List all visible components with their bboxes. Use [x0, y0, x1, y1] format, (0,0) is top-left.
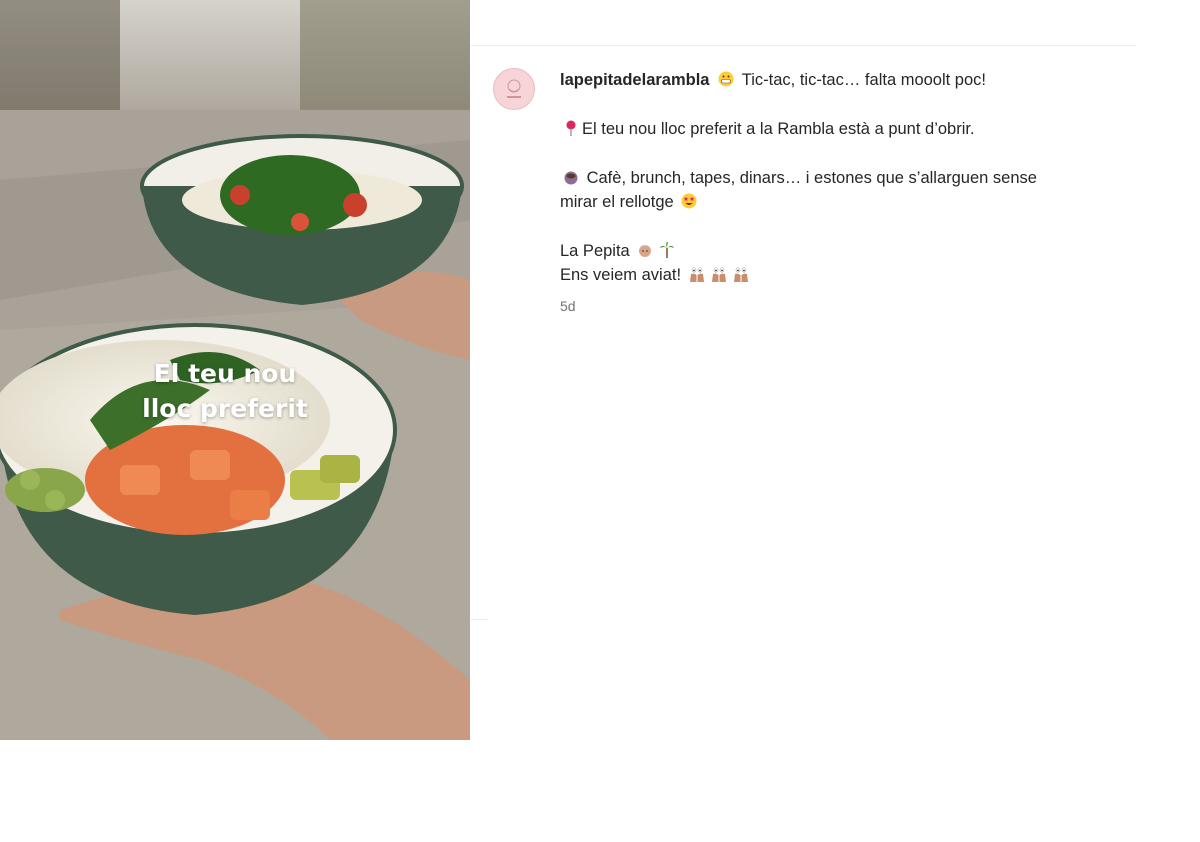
grimacing-face-icon [718, 71, 734, 87]
eyes-hands-icon [711, 266, 727, 283]
eyes-hands-icon [733, 266, 749, 283]
post-caption: lapepitadelarambla Tic-tac, tic-tac… fal… [560, 68, 1120, 288]
post-timestamp[interactable]: 5d [560, 298, 576, 314]
divider [470, 45, 1136, 46]
caption-line-4: La Pepita [560, 241, 630, 260]
old-woman-icon [637, 242, 653, 258]
caption-line-3b: mirar el rellotge [560, 193, 674, 211]
eyes-hands-icon [689, 266, 705, 283]
video-overlay-text: El teu nou lloc preferit [60, 356, 390, 426]
overlay-line-1: El teu nou [153, 359, 297, 388]
palm-tree-icon [659, 241, 675, 258]
post-media[interactable]: El teu nou lloc preferit [0, 0, 470, 740]
divider [470, 619, 488, 620]
star-struck-face-icon [681, 193, 697, 209]
coffee-cup-icon [563, 169, 579, 185]
caption-line-2: El teu nou lloc preferit a la Rambla est… [582, 119, 975, 138]
round-pushpin-icon [563, 120, 579, 136]
caption-line-1: Tic-tac, tic-tac… falta mooolt poc! [741, 71, 986, 89]
overlay-line-2: lloc preferit [142, 394, 308, 423]
caption-line-3a: Cafè, brunch, tapes, dinars… i estones q… [586, 168, 1037, 187]
username-link[interactable]: lapepitadelarambla [560, 71, 709, 89]
caption-line-5: Ens veiem aviat! [560, 266, 682, 285]
post-panel: lapepitadelarambla Tic-tac, tic-tac… fal… [470, 0, 1200, 740]
la-pepita-logo-icon[interactable] [493, 68, 535, 110]
